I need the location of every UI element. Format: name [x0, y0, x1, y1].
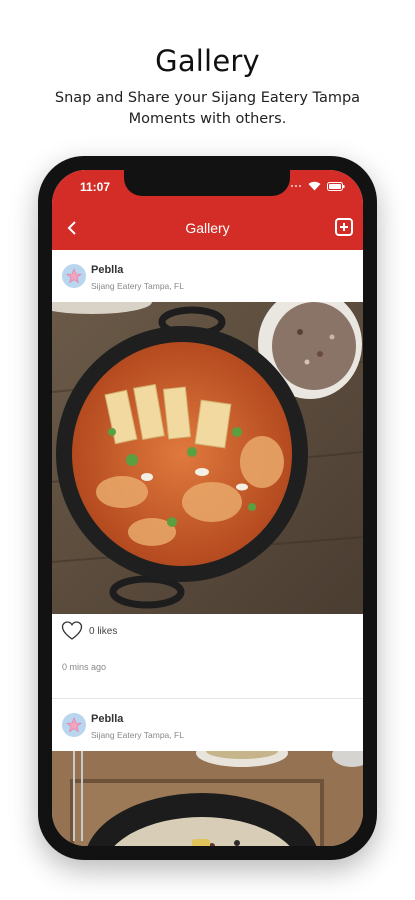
add-post-button[interactable]	[333, 216, 355, 238]
battery-icon	[327, 181, 345, 191]
kimchi-stew-image	[52, 302, 363, 614]
post-header: Peblla Sijang Eatery Tampa, FL	[52, 250, 363, 302]
post-actions: 0 likes	[52, 614, 363, 652]
app-bar: Gallery	[52, 206, 363, 250]
post-location: Sijang Eatery Tampa, FL	[91, 281, 184, 291]
like-button[interactable]	[61, 620, 83, 642]
heart-icon	[61, 621, 83, 640]
add-box-icon	[335, 218, 353, 236]
star-avatar-icon	[66, 717, 82, 733]
status-icons	[290, 181, 345, 191]
post-card: Peblla Sijang Eatery Tampa, FL	[52, 699, 363, 846]
signal-dots-icon	[291, 185, 301, 187]
avatar[interactable]	[62, 264, 86, 288]
post-timestamp-row: 0 mins ago	[52, 652, 363, 698]
phone-screen: 11:07 Gallery Peblla Sijang Eatery Tampa…	[52, 170, 363, 846]
wifi-icon	[308, 181, 321, 191]
post-username[interactable]: Peblla	[91, 713, 123, 725]
page-title: Gallery	[185, 220, 230, 236]
avatar[interactable]	[62, 713, 86, 737]
gallery-feed[interactable]: Peblla Sijang Eatery Tampa, FL 0 likes 0…	[52, 250, 363, 846]
like-count: 0 likes	[89, 626, 118, 637]
status-time: 11:07	[80, 180, 111, 194]
phone-frame: 11:07 Gallery Peblla Sijang Eatery Tampa…	[38, 156, 377, 860]
phone-notch	[124, 170, 290, 196]
promo-subtitle: Snap and Share your Sijang Eatery Tampa …	[54, 90, 361, 127]
post-username[interactable]: Peblla	[91, 264, 123, 276]
post-timestamp: 0 mins ago	[62, 662, 107, 672]
post-card: Peblla Sijang Eatery Tampa, FL	[52, 250, 363, 699]
star-avatar-icon	[66, 268, 82, 284]
post-header: Peblla Sijang Eatery Tampa, FL	[52, 699, 363, 751]
post-location: Sijang Eatery Tampa, FL	[91, 730, 184, 740]
post-photo-rice[interactable]	[52, 751, 363, 846]
rice-pot-image	[52, 751, 363, 846]
post-photo-stew[interactable]	[52, 302, 363, 614]
promo-title: Gallery	[155, 44, 260, 78]
